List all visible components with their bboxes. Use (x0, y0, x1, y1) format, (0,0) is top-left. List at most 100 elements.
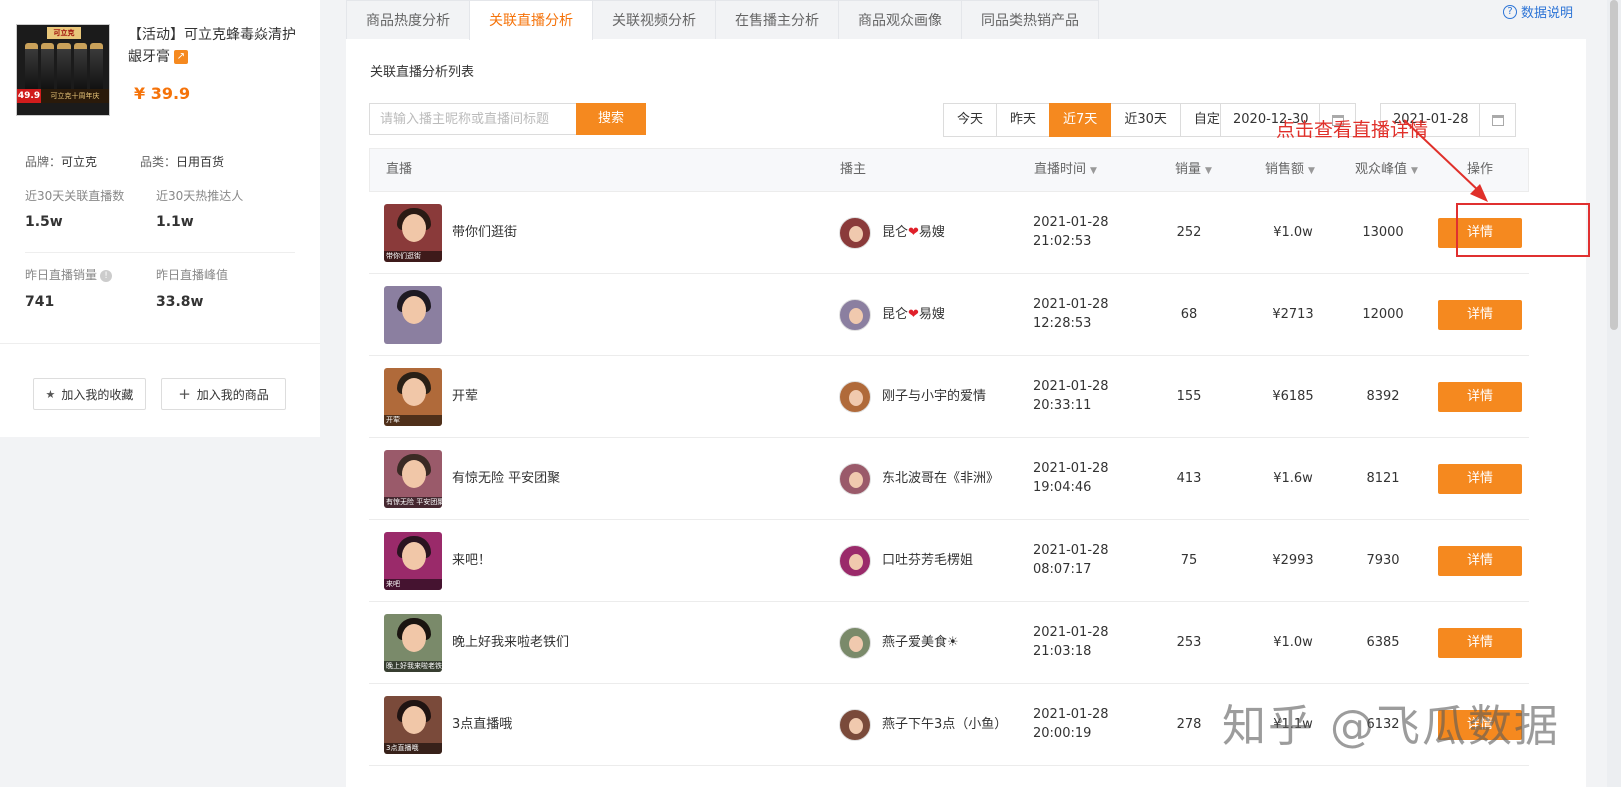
live-thumbnail[interactable]: 来吧 (384, 532, 442, 590)
detail-button[interactable]: 详情 (1438, 628, 1522, 658)
product-image[interactable]: 可立克 49.9 可立克十周年庆 (16, 24, 110, 116)
avatar[interactable] (839, 709, 871, 741)
search-button[interactable]: 搜索 (576, 103, 646, 135)
sales-value: 75 (1180, 553, 1198, 568)
live-thumbnail[interactable]: 3点直播哦 (384, 696, 442, 754)
live-thumbnail[interactable]: 有惊无险 平安团聚 (384, 450, 442, 508)
avatar[interactable] (839, 463, 871, 495)
question-icon: ? (1502, 4, 1517, 19)
live-title[interactable]: 有惊无险 平安团聚 (452, 438, 560, 520)
amount-value: ¥1.0w (1273, 225, 1313, 240)
live-title[interactable]: 带你们逛街 (452, 192, 517, 274)
watermark: 知乎 @飞瓜数据 (1222, 701, 1560, 752)
tab-video-analysis[interactable]: 关联视频分析 (592, 0, 716, 40)
col-peak-label: 观众峰值 (1355, 162, 1408, 177)
live-date: 2021-01-28 (1033, 461, 1109, 476)
amount-value: ¥6185 (1272, 389, 1314, 404)
category-label: 品类： (140, 155, 177, 169)
live-thumbnail[interactable] (384, 286, 442, 344)
live-clock: 21:03:18 (1033, 644, 1092, 659)
detail-button[interactable]: 详情 (1438, 300, 1522, 330)
vertical-scrollbar[interactable] (1607, 0, 1621, 787)
stat-label-yesterday-peak: 昨日直播峰值 (156, 268, 229, 282)
anchor-name[interactable]: 口吐芬芳毛楞姐 (882, 520, 973, 602)
col-live-time[interactable]: 直播时间 ▼ (1034, 149, 1097, 192)
live-time: 2021-01-28 20:33:11 (1033, 377, 1109, 415)
anchor-name[interactable]: 燕子爱美食☀ (882, 602, 959, 684)
detail-button[interactable]: 详情 (1438, 546, 1522, 576)
tab-audience-portrait[interactable]: 商品观众画像 (838, 0, 962, 40)
tab-heat-analysis[interactable]: 商品热度分析 (346, 0, 470, 40)
thumbnail-caption: 3点直播哦 (384, 743, 442, 754)
table-row: 来吧 来吧！ 口吐芬芳毛楞姐 2021-01-28 08:07:17 75 ¥2993 793… (369, 520, 1529, 602)
add-to-my-products-label: 加入我的商品 (196, 387, 269, 402)
live-title[interactable]: 开荤 (452, 356, 478, 438)
scrollbar-thumb[interactable] (1610, 0, 1618, 330)
anchor-name[interactable]: 东北波哥在《非洲》 (882, 438, 999, 520)
anchor-name[interactable]: 昆仑❤易嫂 (882, 274, 945, 356)
col-sales[interactable]: 销量 ▼ (1175, 149, 1212, 192)
main-panel: 关联直播分析列表 搜索 今天 昨天 近7天 近30天 自定义 2020-12-3… (346, 39, 1586, 787)
live-clock: 19:04:46 (1033, 480, 1092, 495)
live-title[interactable]: 3点直播哦 (452, 684, 512, 766)
avatar[interactable] (839, 545, 871, 577)
live-clock: 08:07:17 (1033, 562, 1092, 577)
product-card: 可立克 49.9 可立克十周年庆 【活动】可立克蜂毒焱清护龈牙膏 ↗ ¥ 39.9… (0, 0, 320, 437)
col-peak[interactable]: 观众峰值 ▼ (1355, 149, 1418, 192)
sort-down-icon[interactable]: ▼ (1090, 166, 1097, 176)
anchor-name-part: 易嫂 (918, 225, 945, 240)
anchor-name-part: 昆仑 (882, 225, 909, 240)
col-sales-label: 销量 (1175, 162, 1202, 177)
amount-value: ¥1.0w (1273, 635, 1313, 650)
sort-down-icon[interactable]: ▼ (1411, 166, 1418, 176)
stat-value-yesterday-peak: 33.8w (156, 294, 204, 310)
col-amount[interactable]: 销售额 ▼ (1265, 149, 1315, 192)
sort-down-icon[interactable]: ▼ (1205, 166, 1212, 176)
col-anchor: 播主 (840, 162, 867, 177)
live-clock: 20:00:19 (1033, 726, 1092, 741)
avatar[interactable] (839, 299, 871, 331)
info-icon[interactable]: ! (100, 269, 113, 282)
heart-icon: ❤ (908, 307, 919, 322)
thumbnail-face (402, 624, 426, 652)
range-yesterday[interactable]: 昨天 (996, 103, 1051, 137)
sort-down-icon[interactable]: ▼ (1308, 166, 1315, 176)
tab-category-hot[interactable]: 同品类热销产品 (961, 0, 1099, 40)
detail-button[interactable]: 详情 (1438, 218, 1522, 248)
live-date: 2021-01-28 (1033, 215, 1109, 230)
live-title[interactable]: 来吧！ (452, 520, 491, 602)
tab-seller-analysis[interactable]: 在售播主分析 (715, 0, 839, 40)
add-to-favorites-button[interactable]: ★ 加入我的收藏 (33, 378, 146, 410)
thumbnail-caption: 带你们逛街 (384, 251, 442, 262)
product-title-text[interactable]: 【活动】可立克蜂毒焱清护龈牙膏 (128, 27, 296, 65)
live-thumbnail[interactable]: 开荤 (384, 368, 442, 426)
product-image-brand: 可立克 (47, 27, 81, 39)
col-action: 操作 (1467, 162, 1494, 177)
avatar[interactable] (839, 217, 871, 249)
live-thumbnail[interactable]: 晚上好我来啦老铁们 (384, 614, 442, 672)
tab-live-analysis[interactable]: 关联直播分析 (469, 0, 593, 40)
avatar[interactable] (839, 381, 871, 413)
anchor-name[interactable]: 刚子与小宇的爱情 (882, 356, 986, 438)
range-30-days[interactable]: 近30天 (1110, 103, 1181, 137)
external-link-icon[interactable]: ↗ (174, 50, 188, 64)
anchor-name-part: 燕子爱美食☀ (882, 635, 959, 650)
detail-button[interactable]: 详情 (1438, 382, 1522, 412)
data-help-link[interactable]: ? 数据说明 (1502, 2, 1573, 21)
stat-value-hot-talent: 1.1w (156, 214, 194, 230)
avatar[interactable] (839, 627, 871, 659)
live-thumbnail[interactable]: 带你们逛街 (384, 204, 442, 262)
search-input[interactable] (369, 103, 576, 135)
anchor-name[interactable]: 燕子下午3点（小鱼） (882, 684, 1007, 766)
range-today[interactable]: 今天 (943, 103, 998, 137)
product-title[interactable]: 【活动】可立克蜂毒焱清护龈牙膏 ↗ (128, 24, 308, 68)
thumbnail-caption: 晚上好我来啦老铁们 (384, 661, 442, 672)
live-title[interactable]: 晚上好我来啦老铁们 (452, 602, 569, 684)
add-to-my-products-button[interactable]: + 加入我的商品 (161, 378, 286, 410)
sales-value: 155 (1176, 389, 1202, 404)
calendar-icon[interactable] (1479, 104, 1515, 136)
detail-button[interactable]: 详情 (1438, 464, 1522, 494)
anchor-name-part: 口吐芬芳毛楞姐 (882, 553, 974, 568)
anchor-name[interactable]: 昆仑❤易嫂 (882, 192, 945, 274)
range-7-days[interactable]: 近7天 (1049, 103, 1112, 137)
